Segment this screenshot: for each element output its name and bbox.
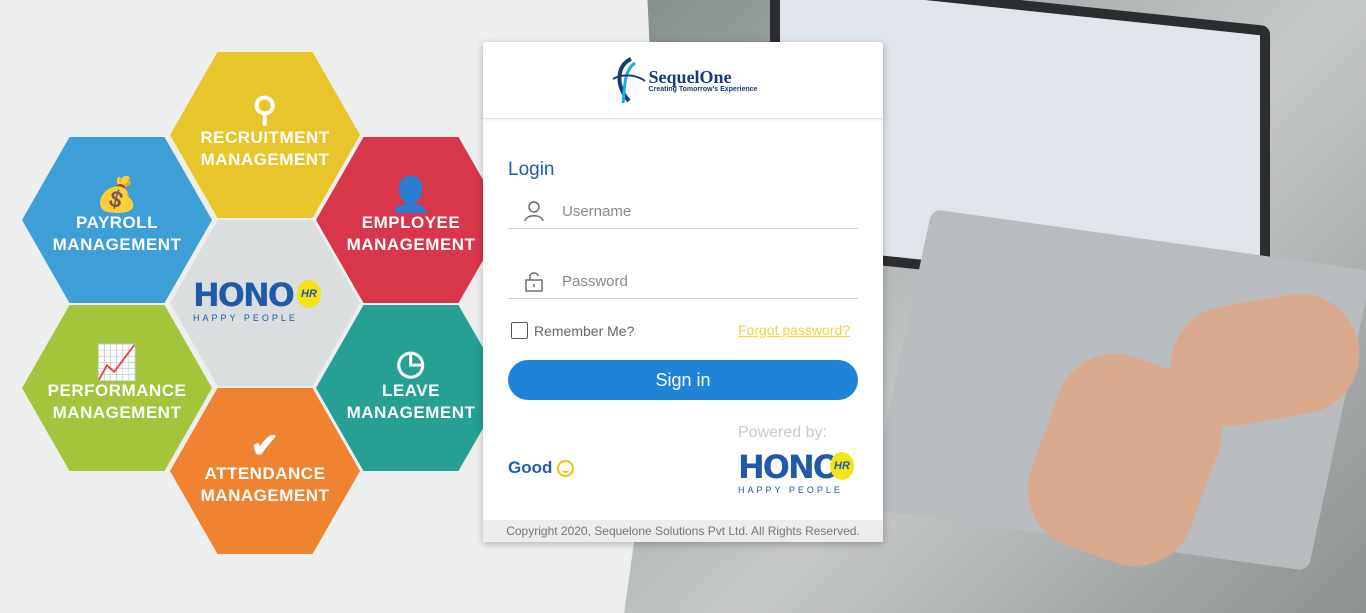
- sequelone-logo: SequelOne Creating Tomorrow's Experience: [649, 67, 758, 93]
- card-header: SequelOne Creating Tomorrow's Experience: [483, 42, 883, 119]
- employee-icon: 👤: [389, 176, 433, 214]
- smiley-icon: [557, 459, 575, 477]
- hex-label: PAYROLL MANAGEMENT: [52, 213, 182, 254]
- hex-label: LEAVE MANAGEMENT: [346, 381, 476, 422]
- hono-hr-logo-bg: HONO HR HAPPY PEOPLE: [193, 278, 333, 338]
- attendance-check-icon: ✔: [250, 427, 280, 465]
- sequelone-logo-mark: [609, 55, 647, 105]
- search-person-icon: ⚲: [252, 91, 278, 129]
- hono-subtitle: HAPPY PEOPLE: [193, 313, 298, 323]
- mood-text: Good: [508, 458, 553, 477]
- remember-label: Remember Me?: [534, 322, 635, 339]
- hex-label: EMPLOYEE MANAGEMENT: [346, 213, 476, 254]
- hex-label: PERFORMANCE MANAGEMENT: [47, 381, 187, 422]
- login-title: Login: [508, 159, 555, 180]
- powered-by-label: Powered by:: [738, 424, 827, 441]
- money-bag-icon: 💰: [95, 176, 139, 214]
- sign-in-button[interactable]: Sign in: [508, 360, 858, 400]
- logo-tagline: Creating Tomorrow's Experience: [648, 86, 758, 93]
- hono-hr-logo: HONO HR HAPPY PEOPLE: [738, 450, 854, 500]
- remember-me[interactable]: Remember Me?: [511, 322, 634, 339]
- hex-label: ATTENDANCE MANAGEMENT: [200, 464, 330, 505]
- remember-checkbox[interactable]: [511, 322, 528, 339]
- growth-chart-icon: 📈: [95, 344, 139, 382]
- hono-hr-badge: HR: [830, 452, 854, 480]
- hono-hr-badge: HR: [297, 280, 321, 308]
- copyright-footer: Copyright 2020, Sequelone Solutions Pvt …: [483, 520, 883, 542]
- hono-subtitle: HAPPY PEOPLE: [738, 485, 843, 495]
- hex-label: RECRUITMENT MANAGEMENT: [200, 128, 330, 169]
- password-field[interactable]: [508, 264, 858, 299]
- username-input[interactable]: [560, 201, 844, 221]
- logo-name: SequelOne: [648, 67, 732, 87]
- login-card: SequelOne Creating Tomorrow's Experience…: [483, 42, 883, 542]
- forgot-password-link[interactable]: Forgot password?: [738, 322, 850, 338]
- unlock-icon: [508, 270, 560, 292]
- password-input[interactable]: [560, 271, 844, 291]
- user-icon: [508, 200, 560, 222]
- username-field[interactable]: [508, 194, 858, 229]
- clock-icon: ◷: [395, 344, 427, 382]
- mood-indicator: Good: [508, 458, 575, 478]
